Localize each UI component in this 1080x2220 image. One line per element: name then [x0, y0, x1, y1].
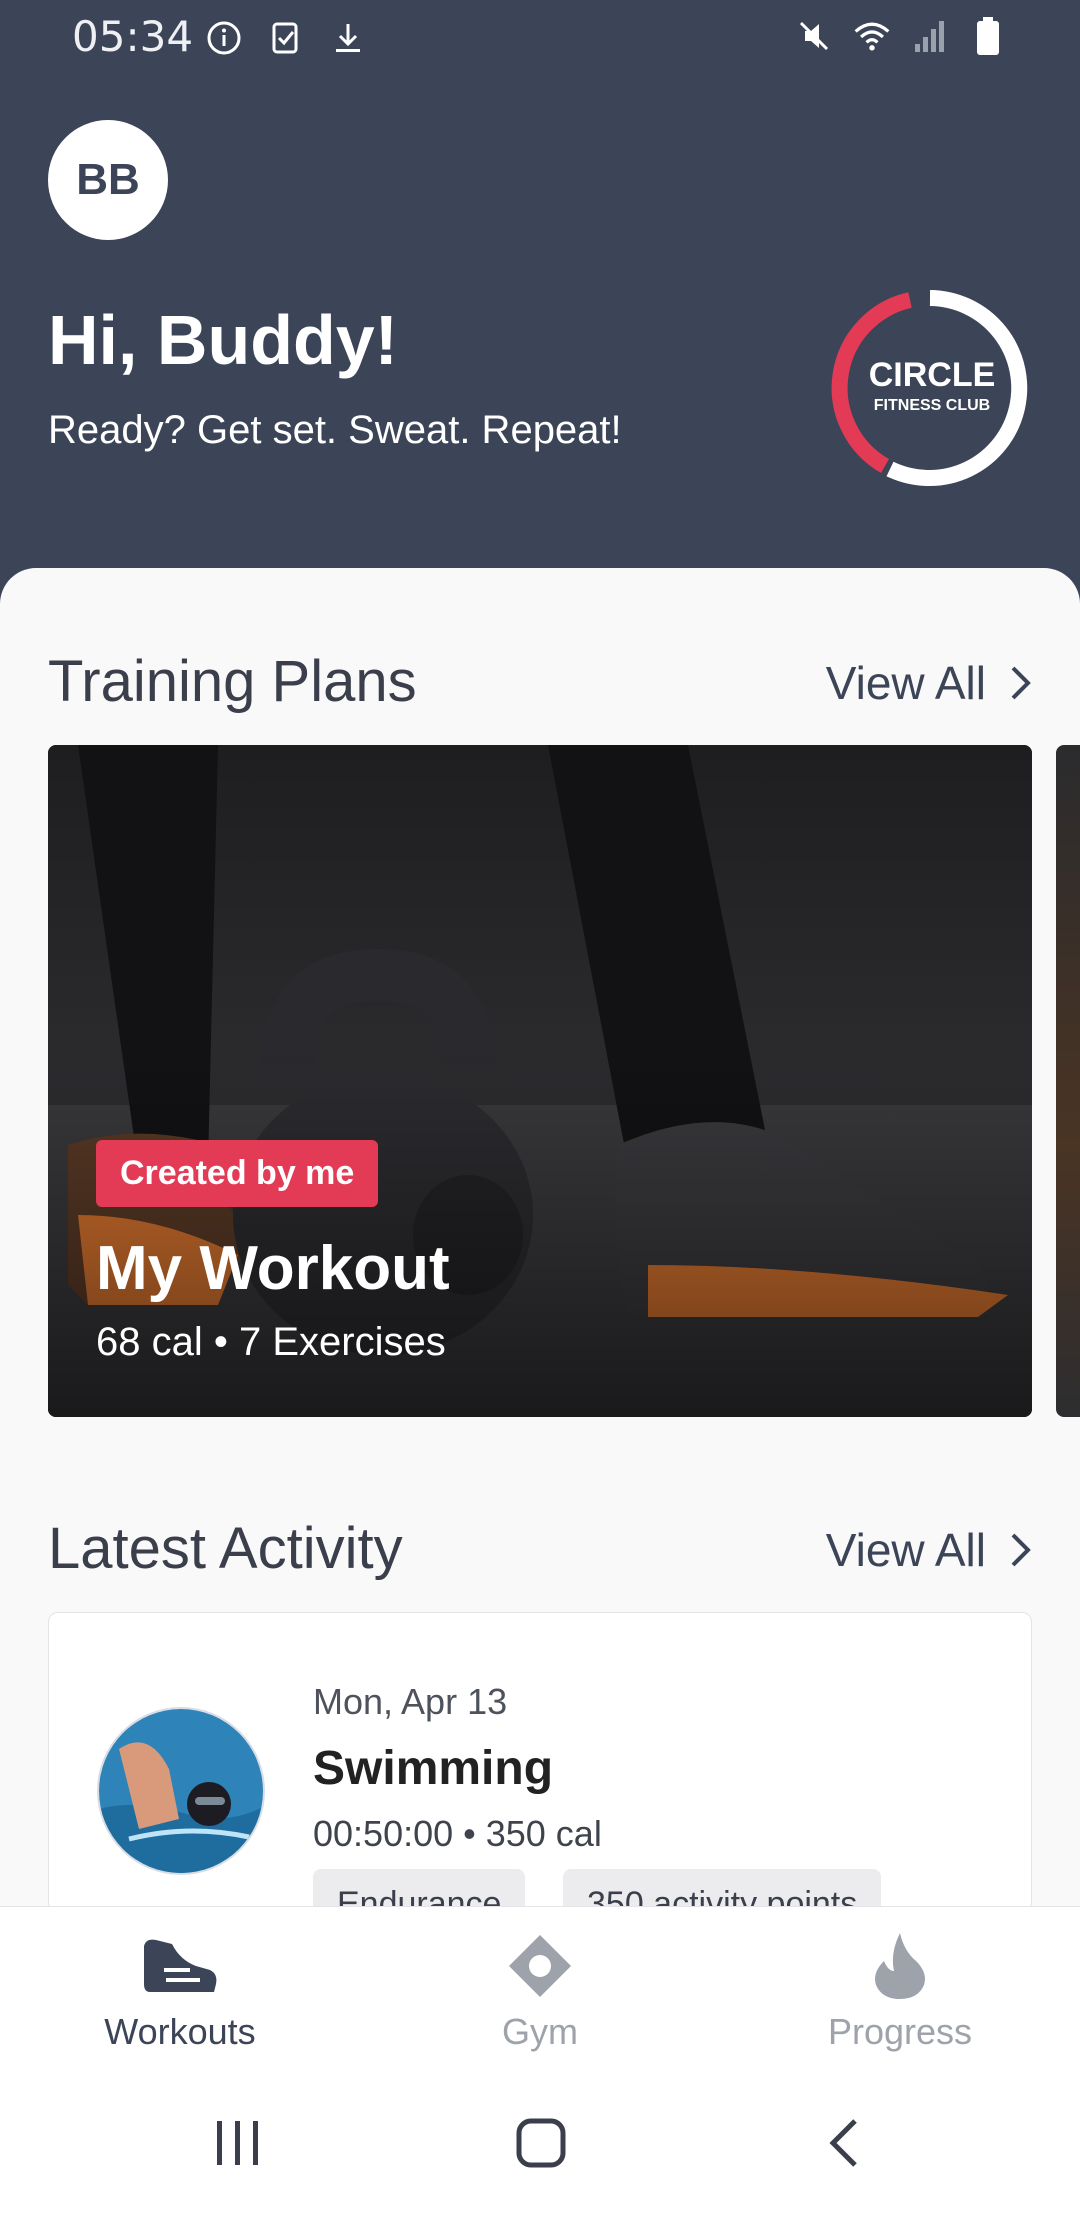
battery-icon — [968, 16, 1008, 56]
greeting-title: Hi, Buddy! — [48, 301, 398, 379]
training-plans-title: Training Plans — [48, 649, 417, 714]
header: 05:34 BB Hi, Buddy! Ready? Get set. Swea… — [0, 0, 1080, 620]
nav-gym[interactable]: Gym — [360, 1907, 720, 2067]
swimming-photo — [97, 1707, 265, 1875]
shoe-icon — [140, 1931, 220, 2001]
location-pin-icon — [500, 1931, 580, 2001]
svg-text:FITNESS CLUB: FITNESS CLUB — [874, 397, 990, 414]
status-bar: 05:34 — [0, 0, 1080, 80]
flame-icon — [860, 1931, 940, 2001]
info-icon — [204, 18, 244, 58]
training-plan-card[interactable]: Created by me My Workout 68 cal • 7 Exer… — [48, 745, 1032, 1417]
mute-icon — [794, 16, 834, 56]
nav-label: Gym — [502, 2011, 578, 2052]
created-by-me-badge: Created by me — [96, 1140, 379, 1207]
chevron-right-icon — [1011, 666, 1031, 700]
nav-label: Workouts — [104, 2011, 256, 2052]
latest-activity-title: Latest Activity — [48, 1516, 403, 1581]
greeting-tagline: Ready? Get set. Sweat. Repeat! — [48, 408, 622, 452]
view-all-label: View All — [825, 1524, 986, 1576]
bottom-navigation: Workouts Gym Progress — [0, 1906, 1080, 2066]
avatar[interactable]: BB — [48, 120, 168, 240]
latest-activity-view-all[interactable]: View All — [826, 1523, 1034, 1577]
nav-label: Progress — [827, 2011, 973, 2052]
nav-progress[interactable]: Progress — [720, 1907, 1080, 2067]
wifi-icon — [852, 16, 892, 56]
training-plans-view-all[interactable]: View All — [826, 656, 1034, 710]
task-icon — [266, 18, 306, 58]
nav-workouts[interactable]: Workouts — [0, 1907, 360, 2067]
signal-icon — [910, 16, 950, 56]
next-plan-card-peek[interactable] — [1056, 745, 1080, 1417]
svg-text:CIRCLE: CIRCLE — [869, 356, 996, 394]
activity-card[interactable]: Mon, Apr 13 Swimming 00:50:00 • 350 cal … — [48, 1612, 1032, 1939]
activity-name: Swimming — [313, 1742, 554, 1795]
back-icon[interactable] — [808, 2110, 878, 2176]
system-navigation-bar — [0, 2066, 1080, 2220]
circle-fitness-logo: CIRCLE FITNESS CLUB — [831, 290, 1028, 486]
home-icon[interactable] — [506, 2110, 576, 2176]
plan-title: My Workout — [96, 1234, 450, 1303]
plan-meta: 68 cal • 7 Exercises — [96, 1320, 446, 1364]
kettlebell-photo — [48, 745, 1032, 1417]
chevron-right-icon — [1011, 1533, 1031, 1567]
activity-meta: 00:50:00 • 350 cal — [313, 1813, 602, 1854]
download-icon — [328, 18, 368, 58]
status-time: 05:34 — [72, 12, 194, 61]
recents-icon[interactable] — [203, 2110, 273, 2176]
view-all-label: View All — [825, 657, 986, 709]
activity-date: Mon, Apr 13 — [313, 1681, 508, 1722]
